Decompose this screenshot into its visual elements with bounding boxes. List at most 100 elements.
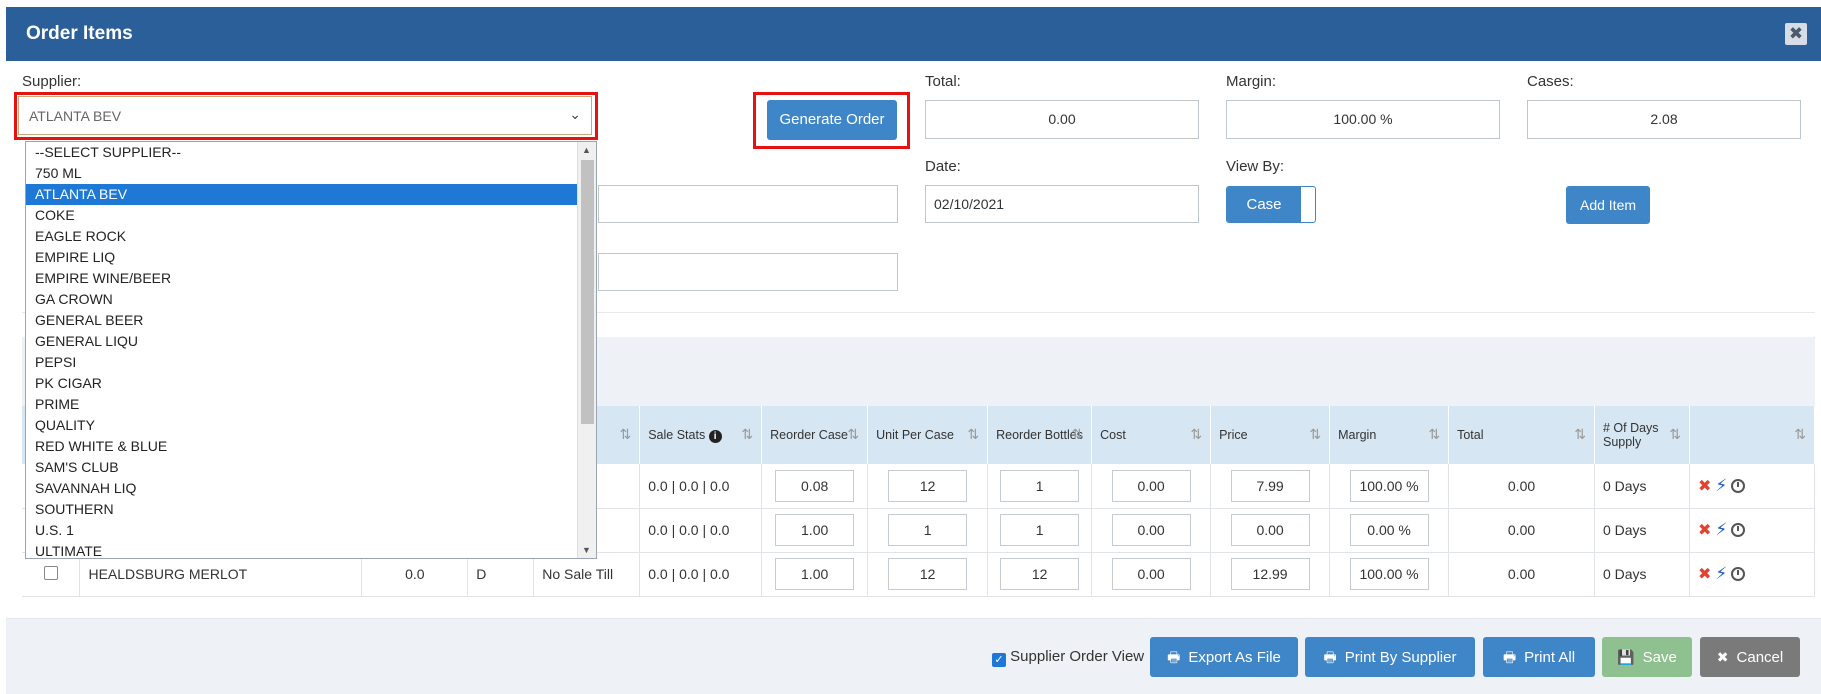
reorder-case-cell: 1.00	[761, 552, 869, 597]
cost-input[interactable]: 0.00	[1111, 558, 1191, 590]
supplier-option[interactable]: --SELECT SUPPLIER--	[26, 142, 577, 163]
bolt-icon[interactable]: ⚡	[1715, 476, 1727, 495]
col-actions[interactable]: ⇅	[1689, 406, 1816, 464]
reorder-case-input[interactable]: 0.08	[775, 469, 855, 502]
col-sale-stats[interactable]: Sale Stats i ⇅	[639, 406, 763, 464]
supplier-option[interactable]: PEPSI	[26, 352, 577, 373]
delete-x-icon[interactable]: ✖	[1698, 566, 1711, 583]
cost-input[interactable]: 0.00	[1111, 514, 1191, 546]
unit-per-case-input[interactable]: 1	[888, 514, 968, 546]
unit-per-case-input[interactable]: 12	[888, 558, 968, 590]
supplier-option[interactable]: EMPIRE LIQ	[26, 247, 577, 268]
row-checkbox[interactable]	[43, 565, 58, 580]
total-cell: 0.00	[1448, 464, 1595, 509]
col-reorder-case[interactable]: Reorder Case ⇅	[761, 406, 869, 464]
col-unit-per-case[interactable]: Unit Per Case ⇅	[867, 406, 989, 464]
scroll-down-icon[interactable]: ▼	[582, 545, 591, 555]
printer-icon: 🖶	[1502, 649, 1517, 665]
supplier-option[interactable]: COKE	[26, 205, 577, 226]
margin-input[interactable]: 100.00 %	[1349, 558, 1429, 590]
printer-icon: 🖶	[1323, 649, 1337, 665]
total-field[interactable]: 0.00	[925, 100, 1199, 139]
price-input[interactable]: 0.00	[1230, 514, 1310, 546]
reorder-bottles-input[interactable]: 1	[1000, 514, 1080, 546]
unit-per-case-cell: 12	[867, 552, 989, 597]
reorder-bottles-cell: 1	[987, 508, 1093, 553]
checkbox-checked[interactable]: ✓	[992, 653, 1006, 667]
bolt-icon[interactable]: ⚡	[1715, 564, 1727, 583]
dropdown-scrollbar[interactable]: ▲ ▼	[577, 142, 596, 558]
supplier-option[interactable]: EMPIRE WINE/BEER	[26, 268, 577, 289]
date-field[interactable]: 02/10/2021	[925, 185, 1199, 223]
supplier-option[interactable]: QUALITY	[26, 415, 577, 436]
generate-order-button[interactable]: Generate Order	[767, 100, 897, 140]
x-icon: ✖	[1716, 649, 1729, 665]
supplier-option[interactable]: GENERAL BEER	[26, 310, 577, 331]
print-all-button[interactable]: 🖶 Print All	[1483, 637, 1595, 677]
clock-icon[interactable]	[1731, 478, 1746, 493]
supplier-select[interactable]: ATLANTA BEV ⌄	[18, 96, 592, 135]
supplier-option[interactable]: GA CROWN	[26, 289, 577, 310]
total-cell: 0.00	[1448, 508, 1595, 553]
sort-arrows-icon: ⇅	[1794, 426, 1806, 442]
hidden-field-2[interactable]	[598, 253, 898, 291]
close-button[interactable]: ✖	[1785, 23, 1807, 45]
sort-arrows-icon: ⇅	[741, 426, 754, 442]
add-item-button[interactable]: Add Item	[1566, 186, 1650, 224]
supplier-option[interactable]: 750 ML	[26, 163, 577, 184]
supplier-select-value: ATLANTA BEV	[29, 108, 122, 124]
reorder-bottles-input[interactable]: 1	[1000, 469, 1080, 502]
margin-field[interactable]: 100.00 %	[1226, 100, 1500, 139]
supplier-option[interactable]: ULTIMATE	[26, 541, 577, 558]
supplier-option[interactable]: GENERAL LIQU	[26, 331, 577, 352]
clock-icon[interactable]	[1731, 523, 1746, 537]
supplier-option[interactable]: U.S. 1	[26, 520, 577, 541]
supplier-option[interactable]: SAM'S CLUB	[26, 457, 577, 478]
price-input[interactable]: 12.99	[1230, 558, 1310, 590]
bolt-icon[interactable]: ⚡	[1715, 520, 1727, 539]
col-margin[interactable]: Margin ⇅	[1329, 406, 1450, 464]
scroll-up-icon[interactable]: ▲	[582, 145, 591, 155]
clock-icon[interactable]	[1731, 567, 1746, 581]
supplier-order-view-checkbox[interactable]: ✓ Supplier Order View	[992, 648, 1144, 667]
reorder-case-input[interactable]: 1.00	[775, 514, 855, 546]
cancel-button[interactable]: ✖ Cancel	[1700, 637, 1800, 677]
export-as-file-button[interactable]: 🖶 Export As File	[1150, 637, 1298, 677]
supplier-option[interactable]: RED WHITE & BLUE	[26, 436, 577, 457]
print-by-supplier-button[interactable]: 🖶 Print By Supplier	[1305, 637, 1475, 677]
cost-cell: 0.00	[1091, 508, 1212, 553]
cost-input[interactable]: 0.00	[1111, 469, 1191, 502]
col-days-supply[interactable]: # Of Days Supply ⇅	[1594, 406, 1690, 464]
col-cost[interactable]: Cost ⇅	[1091, 406, 1212, 464]
supplier-option[interactable]: EAGLE ROCK	[26, 226, 577, 247]
supplier-option[interactable]: PRIME	[26, 394, 577, 415]
cases-field[interactable]: 2.08	[1527, 100, 1801, 139]
supplier-option[interactable]: SAVANNAH LIQ	[26, 478, 577, 499]
margin-cell: 0.00 %	[1329, 508, 1450, 553]
price-cell: 0.00	[1210, 508, 1331, 553]
supplier-option[interactable]: SOUTHERN	[26, 499, 577, 520]
col-reorder-bottles[interactable]: Reorder Bottles ⇅	[987, 406, 1093, 464]
cost-cell: 0.00	[1091, 464, 1212, 509]
supplier-option[interactable]: ATLANTA BEV	[26, 184, 577, 205]
margin-input[interactable]: 100.00 %	[1349, 469, 1429, 502]
supplier-dropdown-list[interactable]: ▲ ▼ --SELECT SUPPLIER-- 750 ML ATLANTA BEV…	[25, 141, 597, 559]
hidden-field-1[interactable]	[598, 185, 898, 223]
col-price[interactable]: Price ⇅	[1210, 406, 1331, 464]
days-supply-cell: 0 Days	[1594, 508, 1690, 553]
reorder-case-input[interactable]: 1.00	[775, 558, 855, 590]
delete-x-icon[interactable]: ✖	[1698, 478, 1711, 495]
col-total[interactable]: Total ⇅	[1448, 406, 1595, 464]
margin-cell: 100.00 %	[1329, 464, 1450, 509]
view-by-case: Case	[1227, 187, 1301, 222]
price-input[interactable]: 7.99	[1230, 469, 1310, 502]
view-by-toggle[interactable]: Case	[1226, 186, 1316, 223]
total-cell: 0.00	[1448, 552, 1595, 597]
save-button[interactable]: 💾 Save	[1602, 637, 1692, 677]
reorder-bottles-input[interactable]: 12	[1000, 558, 1080, 590]
delete-x-icon[interactable]: ✖	[1698, 522, 1711, 539]
margin-input[interactable]: 0.00 %	[1349, 514, 1429, 546]
unit-per-case-input[interactable]: 12	[888, 469, 968, 502]
scrollbar-thumb[interactable]	[581, 160, 594, 424]
supplier-option[interactable]: PK CIGAR	[26, 373, 577, 394]
